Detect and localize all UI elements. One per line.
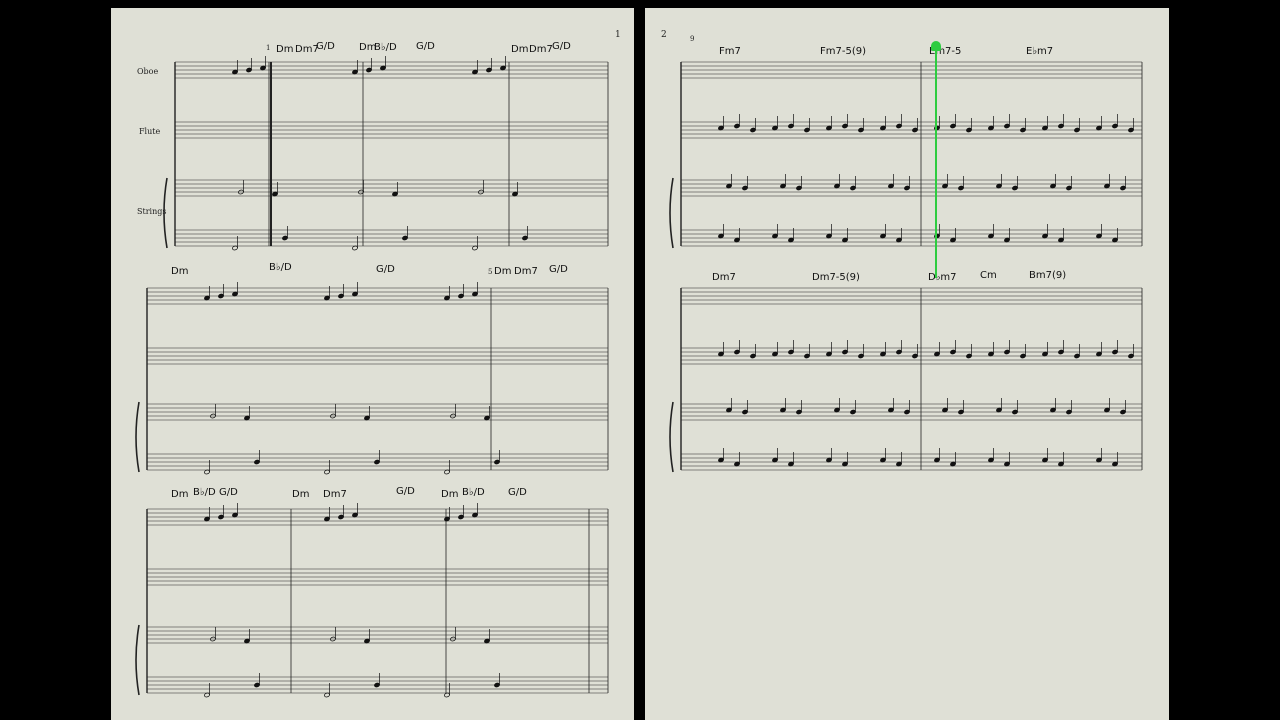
- score-page-2[interactable]: 2 9 Fm7 Fm7-5(9) Em7-5 E♭m7 Dm7 Dm7-5(9)…: [645, 8, 1169, 720]
- playback-cursor-handle[interactable]: [931, 41, 941, 51]
- staff-brace: [135, 624, 140, 696]
- staff-brace: [163, 177, 168, 249]
- staff-brace: [669, 177, 674, 249]
- notation-page-2: [669, 61, 1143, 473]
- staff-brace: [669, 401, 674, 473]
- notation-page-1: [135, 56, 609, 698]
- score-page-1[interactable]: 1 Oboe Flute Strings 1 5 Dm Dm7 G/D Dm B…: [111, 8, 634, 720]
- playback-cursor[interactable]: [935, 48, 937, 278]
- staff-brace: [135, 401, 140, 473]
